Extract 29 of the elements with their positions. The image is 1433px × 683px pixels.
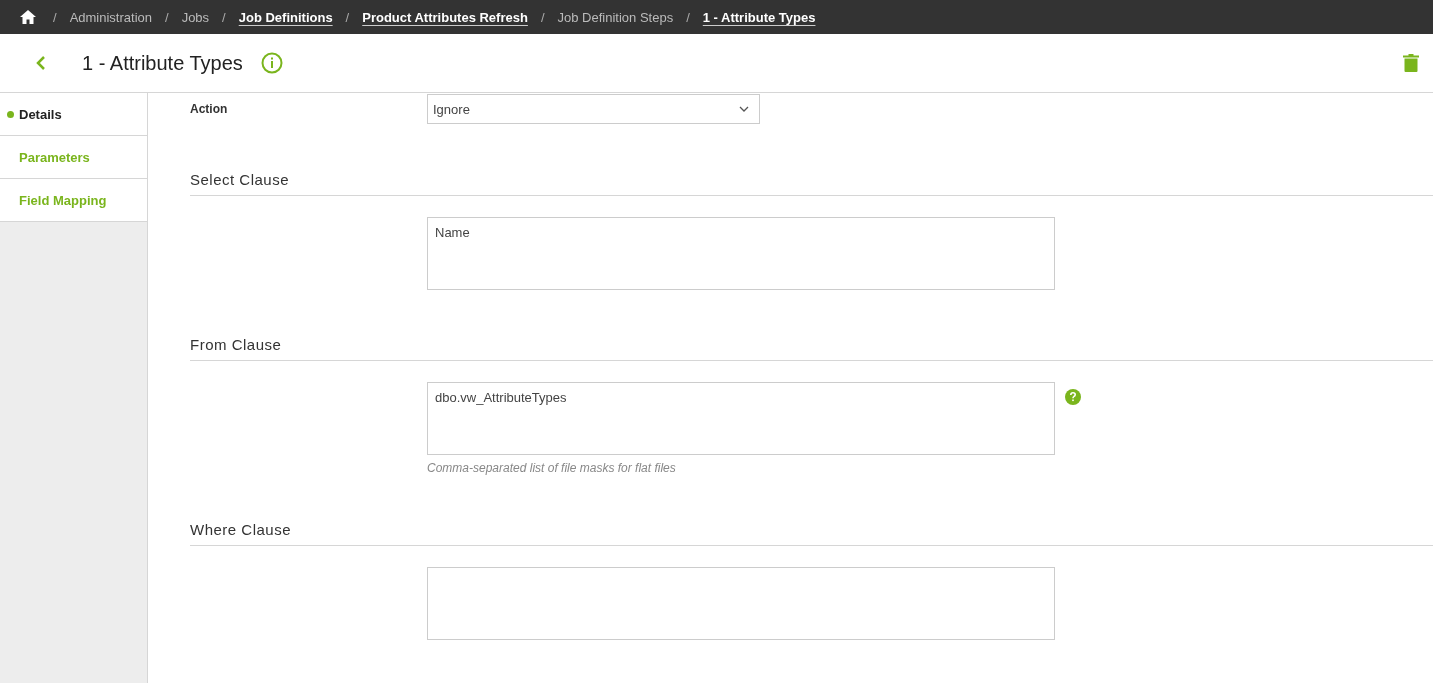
section-heading: Where Clause [190,520,293,539]
action-dropdown[interactable]: Ignore [427,94,760,124]
back-chevron-icon[interactable] [36,56,46,70]
breadcrumb-separator: / [686,9,690,25]
breadcrumb-separator: / [345,9,350,25]
section-heading: From Clause [190,335,283,354]
field-hint: Comma-separated list of file masks for flat files [427,461,677,475]
trash-icon[interactable] [1403,54,1419,72]
breadcrumb-link[interactable]: Product Attributes Refresh [362,9,528,25]
breadcrumb-item: Jobs [181,9,210,25]
breadcrumb-item: Job Definition Steps [557,9,674,25]
sidebar-item[interactable]: Details [0,93,147,136]
breadcrumb-link[interactable]: Job Definitions [238,9,333,25]
breadcrumb-separator: / [540,9,545,25]
breadcrumb-item: Administration [69,9,152,25]
breadcrumb-separator: / [222,9,226,25]
breadcrumb-link[interactable]: 1 - Attribute Types [702,9,816,25]
home-icon[interactable] [20,10,36,24]
text-area[interactable]: dbo.vw_AttributeTypes [427,382,1055,455]
chevron-down-icon [739,106,749,112]
text-area[interactable]: Name [427,217,1055,290]
breadcrumb-separator: / [53,9,57,25]
help-icon[interactable] [1065,389,1081,405]
field-label: Action [190,102,229,116]
text-area[interactable] [427,567,1055,640]
page-title: 1 - Attribute Types [82,51,243,75]
breadcrumb-separator: / [165,9,169,25]
info-icon[interactable] [260,52,283,74]
section-heading: Select Clause [190,170,291,189]
